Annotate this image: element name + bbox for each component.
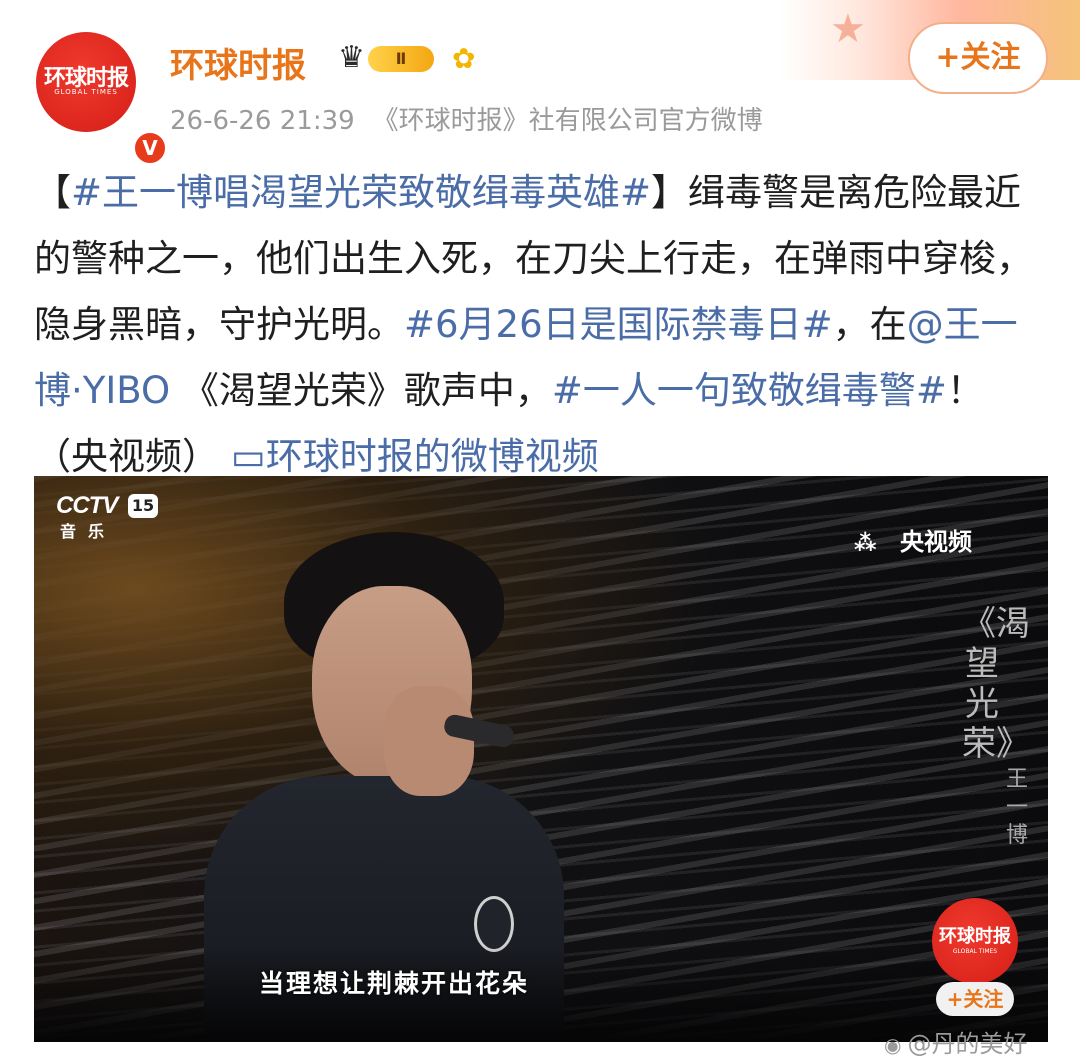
video-camera-icon: ▭ [230,435,266,478]
video-subtitle: 当理想让荆棘开出花朵 [258,969,529,998]
avatar-logo-subtext: GLOBAL TIMES [54,88,118,96]
watermark-logo-text: 环球时报 [939,926,1011,947]
video-follow-button[interactable]: +关注 [936,982,1014,1016]
hashtag-link[interactable]: #6月26日是国际禁毒日# [404,303,833,346]
banner-star-icon: ★ [830,6,866,52]
avatar[interactable]: 环球时报 GLOBAL TIMES V [36,32,168,166]
post-source: 《环球时报》社有限公司官方微博 [372,106,763,136]
sunflower-icon: ✿ [452,42,476,75]
follow-button[interactable]: +关注 [908,22,1048,94]
uniform-badge [474,896,514,952]
global-times-watermark-logo: 环球时报 GLOBAL TIMES [932,898,1018,984]
username[interactable]: 环球时报 [170,38,306,87]
post-body-text: ，在 [832,303,907,346]
post-header: 环球时报 GLOBAL TIMES V 环球时报 ♛ Ⅱ ✿ 26-6-26 2… [0,0,1080,166]
platform-watermark: ⁂ 央视频 [854,522,972,557]
vip-badge[interactable]: ♛ Ⅱ [338,40,438,76]
channel-number: 15 [128,494,158,518]
post-meta: 26-6-26 21:39 《环球时报》社有限公司官方微博 [170,100,781,137]
post-text: 【#王一博唱渴望光荣致敬缉毒英雄#】缉毒警是离危险最近的警种之一，他们出生入死，… [34,160,1054,490]
video-link[interactable]: ▭环球时报的微博视频 [231,435,599,478]
bracket-open: 【 [34,171,71,214]
bracket-close: 】 [651,171,689,214]
watermark-logo-subtext: GLOBAL TIMES [952,948,998,955]
artist-name-vertical: 王一博 [1005,767,1028,848]
video-link-label: 环球时报的微博视频 [265,435,599,478]
yangshipin-logo-icon: ⁂ [854,531,877,556]
watermark-text: @丹的美好 [907,1030,1028,1058]
cctv-logo-text: CCTV [56,492,118,519]
image-watermark: ◉ @丹的美好 [884,1024,1027,1059]
singer-hand [384,686,474,796]
weibo-icon: ◉ [884,1033,902,1057]
platform-name: 央视频 [900,528,972,556]
song-title-vertical: 《渴望光荣》 [962,604,1030,764]
video-player[interactable]: CCTV 15 音乐 ⁂ 央视频 《渴望光荣》 王一博 当理想让荆棘开出花朵 环球… [34,476,1048,1042]
channel-subtitle: 音乐 [60,522,117,541]
post-body-text: 《渴望光荣》歌声中， [170,369,552,412]
post-time: 26-6-26 21:39 [170,106,355,136]
hashtag-link[interactable]: #王一博唱渴望光荣致敬缉毒英雄# [71,171,651,214]
vip-level-label: Ⅱ [368,46,434,72]
hashtag-link[interactable]: #一人一句致敬缉毒警# [552,369,947,412]
